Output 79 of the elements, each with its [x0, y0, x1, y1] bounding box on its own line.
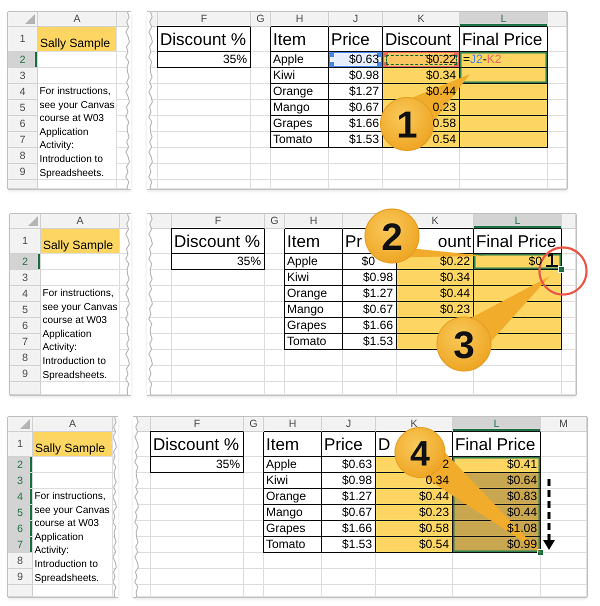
table-cell: Orange — [264, 489, 322, 505]
table-cell: Tomato — [264, 537, 322, 553]
table-cell: Grapes — [285, 318, 343, 334]
select-all-icon[interactable] — [28, 216, 38, 226]
table-cell: Orange — [285, 286, 343, 302]
column-header[interactable]: K — [383, 12, 460, 27]
table-cell: =J2-K2 — [460, 52, 548, 68]
table-cell: Kiwi — [285, 270, 343, 286]
row-header[interactable]: 2 — [8, 52, 38, 68]
table-cell: Tomato — [285, 334, 343, 350]
column-header[interactable]: G — [265, 214, 285, 229]
table-cell: Apple — [285, 254, 343, 270]
fill-handle[interactable] — [537, 549, 544, 556]
table-cell: Sally Sample — [41, 229, 120, 254]
table-cell: $0.23 — [376, 505, 453, 521]
row-header[interactable]: 5 — [8, 505, 33, 521]
column-header[interactable]: L — [474, 214, 562, 229]
column-header[interactable]: H — [264, 417, 322, 432]
column-header[interactable]: L — [453, 417, 541, 432]
table-cell: Sally Sample — [33, 432, 113, 457]
table-cell: $0 — [474, 254, 562, 270]
row-header[interactable]: 3 — [8, 473, 33, 489]
column-header[interactable]: H — [285, 214, 343, 229]
table-cell: Kiwi — [264, 473, 322, 489]
table-cell: Mango — [264, 505, 322, 521]
table-cell: $0.41 — [453, 457, 541, 473]
fill-handle[interactable] — [558, 266, 565, 273]
row-header[interactable]: 2 — [8, 457, 33, 473]
table-cell: $0.22 — [383, 52, 460, 68]
table-cell: Apple — [264, 457, 322, 473]
row-header[interactable]: 7 — [8, 537, 33, 553]
table-cell: Tomato — [271, 132, 329, 148]
table-cell: $0.63 — [329, 52, 383, 68]
column-header[interactable]: G — [251, 12, 271, 27]
select-all-icon[interactable] — [20, 419, 30, 429]
table-heading: Item — [264, 432, 322, 457]
row-header[interactable]: 6 — [8, 521, 33, 537]
row-header[interactable]: 4 — [8, 489, 33, 505]
table-cell: $0.34 — [383, 68, 460, 84]
table-cell: Grapes — [264, 521, 322, 537]
table-cell: Kiwi — [271, 68, 329, 84]
table-heading: Price — [322, 432, 376, 457]
table-cell: Mango — [285, 302, 343, 318]
column-header[interactable]: J — [322, 417, 376, 432]
table-cell: Sally Sample — [38, 27, 117, 52]
table-cell: Grapes — [271, 116, 329, 132]
select-all-icon[interactable] — [25, 14, 35, 24]
column-header[interactable]: M — [541, 417, 587, 432]
column-header[interactable]: F — [151, 417, 244, 432]
table-heading: Item — [285, 229, 343, 254]
table-cell: 35% — [158, 52, 251, 68]
table-cell: Orange — [271, 84, 329, 100]
column-header[interactable]: F — [172, 214, 265, 229]
table-heading: Discount % — [158, 27, 251, 52]
dashed-arrow — [543, 479, 555, 550]
table-cell: $0.23 — [397, 302, 474, 318]
table-cell: $0.54 — [376, 537, 453, 553]
table-cell: 35% — [172, 254, 265, 270]
column-header[interactable]: J — [329, 12, 383, 27]
table-cell: $0.34 — [397, 270, 474, 286]
table-cell: $0.44 — [376, 489, 453, 505]
table-cell: Mango — [271, 100, 329, 116]
column-header[interactable]: H — [271, 12, 329, 27]
column-header[interactable]: L — [460, 12, 548, 27]
table-cell: $0.58 — [376, 521, 453, 537]
instructions-text: For instructions, see your Canvas course at W03 Application Activity: Introduction to Spreadsheets. — [38, 85, 116, 180]
cursor-icon — [546, 253, 558, 267]
table-cell: 35% — [151, 457, 244, 473]
instructions-text: For instructions, see your Canvas course at W03 Application Activity: Introduction to Spreadsheets. — [42, 287, 119, 382]
column-header[interactable]: G — [244, 417, 264, 432]
instructions-text: For instructions, see your Canvas course at W03 Application Activity: Introduction to Spreadsheets. — [34, 490, 111, 586]
table-heading: Item — [271, 27, 329, 52]
row-header[interactable]: 2 — [10, 254, 41, 270]
column-header[interactable]: K — [376, 417, 453, 432]
table-cell: $0.44 — [397, 286, 474, 302]
table-cell: $0.99 — [453, 537, 541, 553]
column-header[interactable]: F — [158, 12, 251, 27]
table-heading: Discount % — [151, 432, 244, 457]
table-heading: Discount % — [172, 229, 265, 254]
